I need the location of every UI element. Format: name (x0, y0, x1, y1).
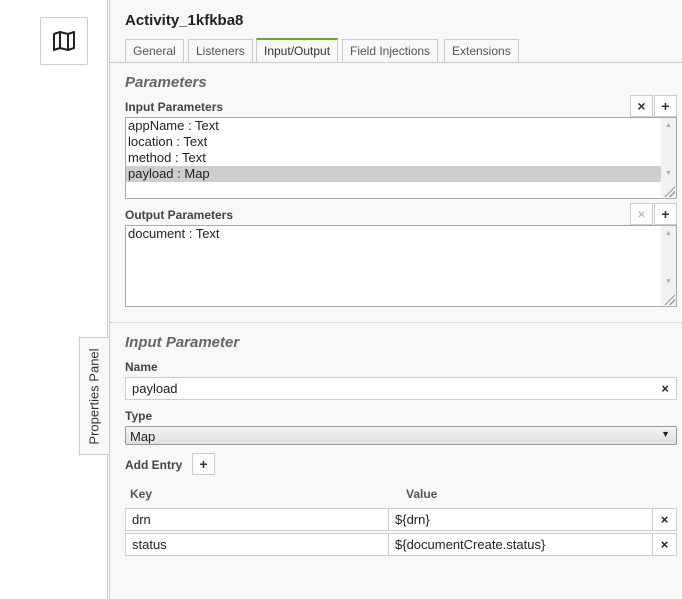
scroll-up-arrow-icon[interactable]: ▲ (661, 227, 676, 241)
add-output-parameter-button[interactable]: + (654, 203, 677, 225)
properties-panel-label: Properties Panel (87, 347, 102, 445)
output-parameters-label: Output Parameters (125, 208, 234, 222)
name-field-wrapper: × (125, 377, 677, 400)
tab-input-output[interactable]: Input/Output (256, 38, 339, 63)
map-entry-row: status ${documentCreate.status} × (125, 533, 677, 556)
key-column-header: Key (130, 487, 153, 501)
value-column-header: Value (406, 487, 438, 501)
section-divider (110, 322, 682, 323)
chevron-down-icon: ▼ (661, 429, 670, 439)
name-label: Name (125, 360, 158, 374)
input-parameter-section-title: Input Parameter (125, 334, 240, 351)
element-title: Activity_1kfkba8 (125, 12, 244, 29)
scroll-down-arrow-icon[interactable]: ▼ (661, 167, 676, 181)
parameters-section-title: Parameters (125, 74, 207, 91)
output-parameters-list[interactable]: document : Text ▲ ▼ (125, 225, 677, 307)
tab-general[interactable]: General (125, 39, 184, 63)
input-list-scrollbar[interactable]: ▲ ▼ (661, 118, 676, 198)
type-select[interactable]: Map ▼ (125, 426, 677, 445)
input-parameter-option[interactable]: appName : Text (126, 118, 661, 134)
add-entry-label: Add Entry (125, 458, 183, 472)
add-input-parameter-button[interactable]: + (654, 95, 677, 117)
map-icon (53, 31, 75, 51)
tab-field-injections[interactable]: Field Injections (342, 39, 439, 63)
type-label: Type (125, 409, 153, 423)
remove-output-parameter-button[interactable]: × (630, 203, 653, 225)
scroll-down-arrow-icon[interactable]: ▼ (661, 275, 676, 289)
type-select-value: Map (130, 429, 156, 444)
name-input[interactable] (126, 378, 646, 399)
input-parameters-label: Input Parameters (125, 100, 224, 114)
remove-entry-button[interactable]: × (652, 508, 677, 531)
diagram-canvas[interactable]: Properties Panel (0, 0, 109, 599)
properties-panel: Activity_1kfkba8 General Listeners Input… (109, 0, 682, 599)
tab-listeners[interactable]: Listeners (188, 39, 253, 63)
entry-key-input[interactable]: status (125, 533, 389, 556)
add-entry-button[interactable]: + (192, 453, 215, 475)
input-parameter-option[interactable]: method : Text (126, 150, 661, 166)
remove-entry-button[interactable]: × (652, 533, 677, 556)
input-parameters-list[interactable]: appName : Text location : Text method : … (125, 117, 677, 199)
entry-value-input[interactable]: ${drn} (388, 508, 653, 531)
properties-panel-toggle[interactable]: Properties Panel (79, 337, 109, 455)
scroll-up-arrow-icon[interactable]: ▲ (661, 119, 676, 133)
tab-extensions[interactable]: Extensions (444, 39, 519, 63)
entry-key-input[interactable]: drn (125, 508, 389, 531)
input-parameter-option-selected[interactable]: payload : Map (126, 166, 661, 182)
remove-input-parameter-button[interactable]: × (630, 95, 653, 117)
resize-handle-icon[interactable] (663, 185, 675, 197)
minimap-toggle-button[interactable] (40, 17, 88, 65)
output-parameter-option[interactable]: document : Text (126, 226, 661, 242)
map-entry-row: drn ${drn} × (125, 508, 677, 531)
tab-bar: General Listeners Input/Output Field Inj… (125, 38, 682, 63)
entry-value-input[interactable]: ${documentCreate.status} (388, 533, 653, 556)
tab-underline (110, 62, 682, 63)
input-parameter-option[interactable]: location : Text (126, 134, 661, 150)
resize-handle-icon[interactable] (663, 293, 675, 305)
clear-name-button[interactable]: × (661, 381, 669, 396)
output-list-scrollbar[interactable]: ▲ ▼ (661, 226, 676, 306)
